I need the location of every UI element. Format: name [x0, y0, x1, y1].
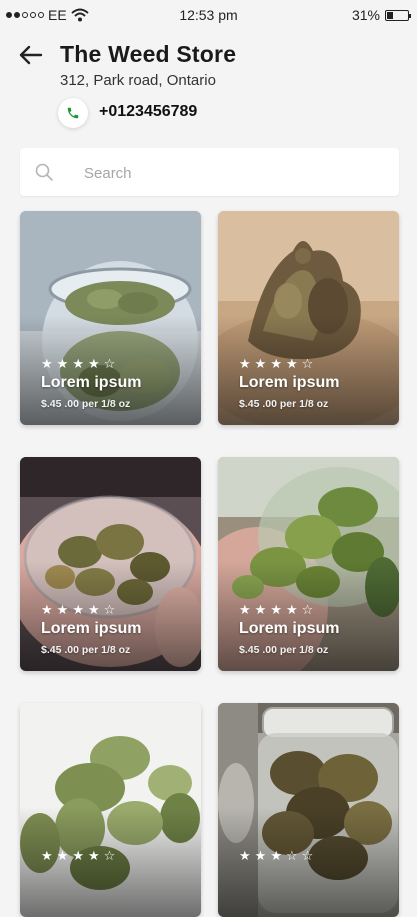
star-filled-icon: ★ [87, 602, 100, 617]
rating-stars: ★ ★ ★ ★ ☆ [41, 357, 115, 370]
star-filled-icon: ★ [72, 602, 84, 617]
star-filled-icon: ★ [285, 356, 298, 371]
battery-status: 31% [351, 7, 411, 23]
product-card[interactable]: ★ ★ ★ ★ ☆ Lorem ipsum $.45 .00 per 1/8 oz [20, 211, 201, 425]
star-filled-icon: ★ [254, 602, 267, 617]
store-address: 312, Park road, Ontario [60, 72, 216, 89]
store-name: The Weed Store [60, 41, 237, 67]
product-card[interactable]: ★ ★ ★ ★ ☆ Lorem ipsum $.45 .00 per 1/8 oz [218, 457, 399, 671]
rating-stars: ★ ★ ★ ★ ☆ [41, 603, 115, 616]
product-price: $.45 .00 per 1/8 oz [239, 398, 329, 410]
product-price: $.45 .00 per 1/8 oz [41, 644, 131, 656]
product-name: Lorem ipsum [239, 620, 340, 637]
star-empty-icon: ☆ [103, 356, 116, 371]
star-empty-icon: ☆ [103, 848, 116, 863]
star-filled-icon: ★ [41, 848, 53, 863]
star-empty-icon: ☆ [301, 602, 314, 617]
star-filled-icon: ★ [270, 356, 282, 371]
product-name: Lorem ipsum [239, 374, 340, 391]
status-bar: EE 12:53 pm 31% [0, 0, 417, 30]
star-filled-icon: ★ [41, 602, 53, 617]
star-filled-icon: ★ [56, 848, 69, 863]
product-card[interactable]: ★ ★ ★ ★ ☆ Lorem ipsum $.45 .00 per 1/8 oz [218, 211, 399, 425]
search-input[interactable] [82, 158, 386, 188]
star-filled-icon: ★ [239, 356, 251, 371]
rating-stars: ★ ★ ★ ★ ☆ [239, 603, 313, 616]
product-name: Lorem ipsum [41, 620, 142, 637]
star-empty-icon: ☆ [301, 356, 314, 371]
product-card[interactable]: ★ ★ ★ ★ ☆ Lorem ipsum $.45 .00 per 1/8 oz [20, 457, 201, 671]
product-card[interactable]: ★ ★ ★ ☆ ☆ [218, 703, 399, 917]
star-filled-icon: ★ [41, 356, 53, 371]
star-empty-icon: ☆ [285, 848, 298, 863]
star-filled-icon: ★ [56, 602, 69, 617]
star-empty-icon: ☆ [301, 848, 314, 863]
product-card[interactable]: ★ ★ ★ ★ ☆ [20, 703, 201, 917]
star-filled-icon: ★ [285, 602, 298, 617]
star-filled-icon: ★ [270, 602, 282, 617]
star-filled-icon: ★ [254, 356, 267, 371]
search-icon [35, 163, 53, 181]
back-arrow-icon[interactable] [16, 40, 46, 70]
star-filled-icon: ★ [72, 356, 84, 371]
battery-percent: 31% [351, 7, 380, 23]
product-name: Lorem ipsum [41, 374, 142, 391]
star-filled-icon: ★ [239, 848, 251, 863]
rating-stars: ★ ★ ★ ☆ ☆ [239, 849, 313, 862]
product-price: $.45 .00 per 1/8 oz [41, 398, 131, 410]
phone-icon [67, 107, 79, 119]
star-filled-icon: ★ [239, 602, 251, 617]
battery-icon [385, 9, 411, 21]
rating-stars: ★ ★ ★ ★ ☆ [41, 849, 115, 862]
star-filled-icon: ★ [87, 356, 100, 371]
star-empty-icon: ☆ [103, 602, 116, 617]
star-filled-icon: ★ [87, 848, 100, 863]
star-filled-icon: ★ [56, 356, 69, 371]
star-filled-icon: ★ [270, 848, 282, 863]
rating-stars: ★ ★ ★ ★ ☆ [239, 357, 313, 370]
phone-number[interactable]: +0123456789 [99, 103, 197, 121]
star-filled-icon: ★ [254, 848, 267, 863]
star-filled-icon: ★ [72, 848, 84, 863]
search-bar[interactable] [20, 148, 399, 196]
product-price: $.45 .00 per 1/8 oz [239, 644, 329, 656]
phone-call-button[interactable] [58, 98, 88, 128]
